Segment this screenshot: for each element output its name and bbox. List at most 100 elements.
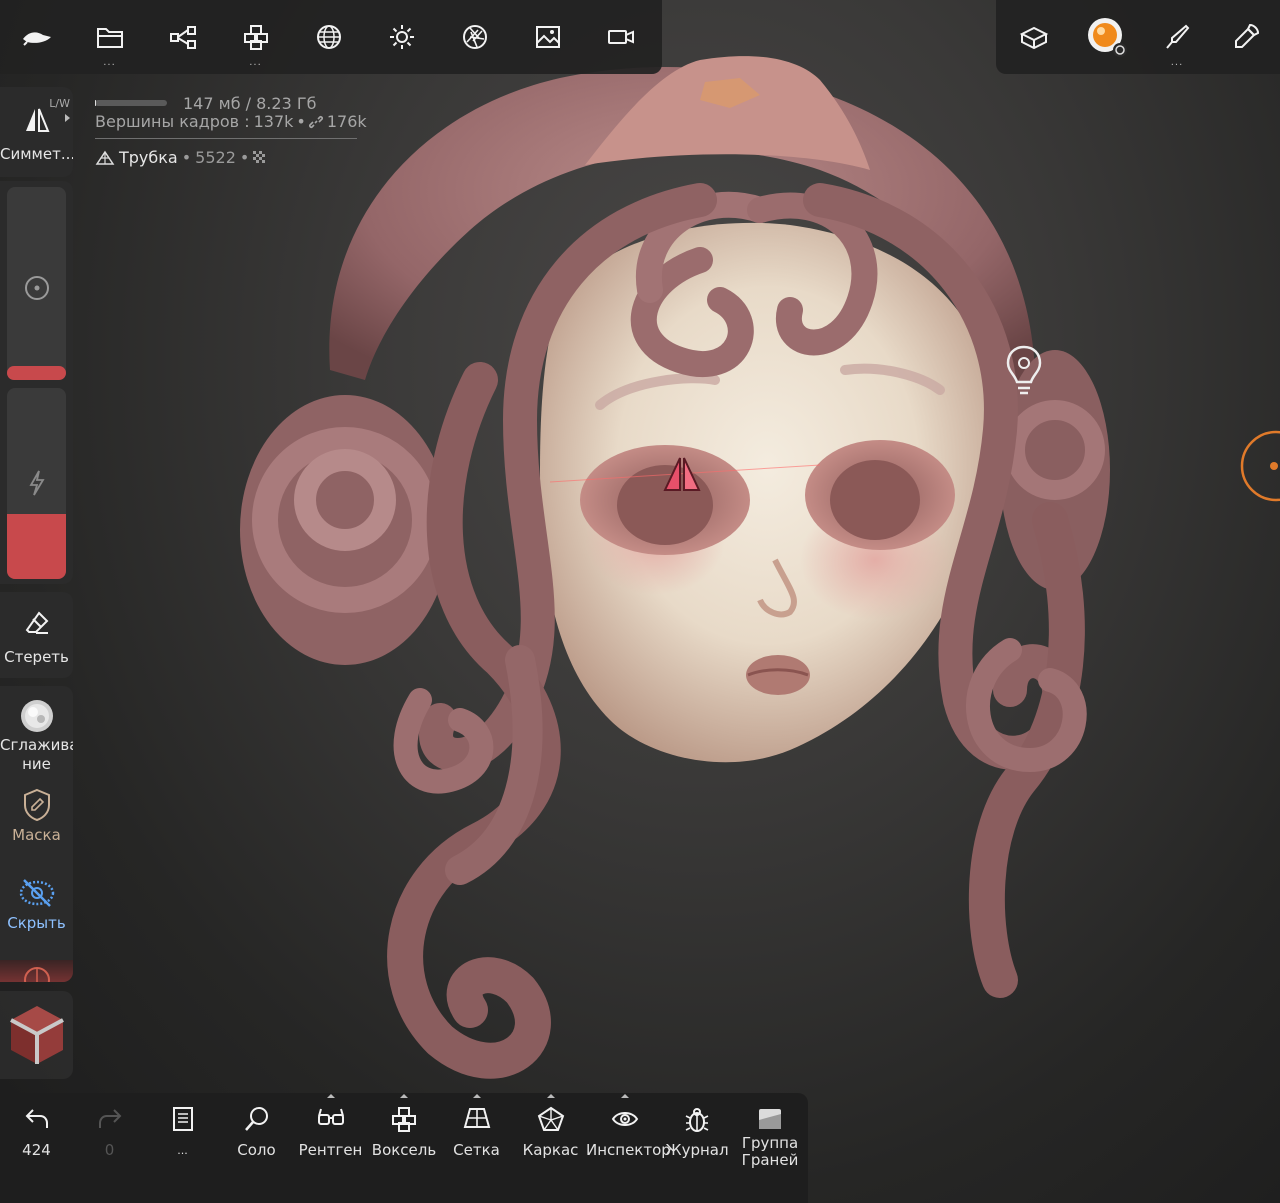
viewport-canvas[interactable] xyxy=(0,0,1280,1203)
orientation-gizmo[interactable] xyxy=(1238,430,1280,502)
symmetry-caret-icon xyxy=(65,114,70,122)
mesh-pyramid-icon xyxy=(95,150,115,166)
folder-icon[interactable]: ... xyxy=(73,0,146,74)
memory-bar-fill xyxy=(95,100,97,106)
link-value: 176k xyxy=(326,112,367,131)
voxel-caret-icon xyxy=(400,1094,408,1098)
voxel-cubes-icon xyxy=(390,1106,418,1132)
matcap-material-icon[interactable] xyxy=(1072,0,1142,74)
journal-label: Журнал xyxy=(665,1141,729,1159)
object-count: 5522 xyxy=(195,148,236,167)
wireframe-icon xyxy=(537,1106,565,1132)
top-left-toolbar: ... ... xyxy=(0,0,662,74)
wireframe-label: Каркас xyxy=(522,1141,579,1159)
inspector-label: Инспектор xyxy=(586,1141,671,1159)
book-icon xyxy=(172,1106,194,1132)
clay-cube-preview[interactable] xyxy=(0,991,73,1079)
radius-slider-fill xyxy=(7,366,66,380)
top-right-toolbar: ... xyxy=(996,0,1280,74)
smooth-tool[interactable]: Сглажива ние xyxy=(0,698,73,774)
history-more: ... xyxy=(177,1144,188,1157)
journal-button[interactable]: Журнал xyxy=(662,1093,732,1203)
mouth xyxy=(746,655,810,695)
vertices-label: Вершины кадров : xyxy=(95,112,250,131)
light-bulb-icon[interactable] xyxy=(1005,344,1043,396)
undo-icon xyxy=(24,1106,50,1130)
lightning-icon xyxy=(28,470,45,496)
xray-label: Рентген xyxy=(298,1141,363,1159)
facegroup-button[interactable]: Группа Граней xyxy=(734,1093,806,1203)
radius-slider[interactable] xyxy=(7,187,66,380)
facegroup-icon xyxy=(758,1108,782,1130)
solo-button[interactable]: Соло xyxy=(220,1093,293,1203)
grid-caret-icon xyxy=(472,1094,481,1098)
scene-graph-icon[interactable] xyxy=(146,0,219,74)
hair-bun-left xyxy=(240,395,450,665)
grid-label: Сетка xyxy=(453,1141,500,1159)
symmetry-icon xyxy=(24,107,50,133)
object-name[interactable]: Трубка xyxy=(119,148,178,167)
strength-slider[interactable] xyxy=(7,388,66,579)
redo-icon xyxy=(97,1106,123,1130)
symmetry-axis-tag: L/W xyxy=(49,97,70,110)
erase-label: Стереть xyxy=(4,648,69,666)
aperture-camera-icon[interactable] xyxy=(438,0,511,74)
tools-panel: Сглажива ние Маска Скрыть xyxy=(0,686,73,982)
link-icon xyxy=(308,115,323,129)
mask-shield-icon xyxy=(22,788,52,822)
files-more: ... xyxy=(103,57,116,68)
multires-more: ... xyxy=(249,57,262,68)
paint-brush-icon[interactable]: ... xyxy=(1142,0,1212,74)
wireframe-caret-icon xyxy=(546,1094,555,1098)
mask-label: Маска xyxy=(12,826,61,844)
strength-slider-fill xyxy=(7,514,66,579)
smooth-label-2: ние xyxy=(22,755,51,773)
undo-count: 424 xyxy=(22,1141,51,1159)
wireframe-button[interactable]: Каркас xyxy=(513,1093,588,1203)
xray-button[interactable]: Рентген xyxy=(293,1093,368,1203)
vertices-value: 137k xyxy=(253,112,294,131)
memory-text: 147 мб / 8.23 Гб xyxy=(183,93,317,113)
glasses-icon xyxy=(317,1106,345,1128)
multires-cubes-icon[interactable]: ... xyxy=(219,0,292,74)
solo-label: Соло xyxy=(237,1141,276,1159)
bottom-toolbar: 424 0 ... Соло Рентген Воксель Сетка Кар… xyxy=(0,1093,808,1203)
grid-button[interactable]: Сетка xyxy=(440,1093,513,1203)
symmetry-label: Симмет... xyxy=(0,145,73,163)
paint-more: ... xyxy=(1170,57,1184,68)
symmetry-button[interactable]: L/W Симмет... xyxy=(0,87,73,177)
radius-icon xyxy=(24,275,50,301)
erase-button[interactable]: Стереть xyxy=(0,592,73,678)
brush-sliders xyxy=(0,181,73,584)
eraser-icon xyxy=(24,610,50,636)
next-tool-peek-icon[interactable] xyxy=(0,960,73,982)
background-image-icon[interactable] xyxy=(511,0,584,74)
video-camera-icon[interactable] xyxy=(584,0,657,74)
redo-button[interactable]: 0 xyxy=(73,1093,146,1203)
magnifier-icon xyxy=(244,1106,270,1132)
eyedropper-icon[interactable] xyxy=(1212,0,1280,74)
bug-icon xyxy=(685,1106,709,1134)
voxel-label: Воксель xyxy=(371,1141,437,1159)
symmetry-plane-gizmo[interactable] xyxy=(662,455,702,495)
redo-count: 0 xyxy=(104,1141,115,1159)
facegroup-label-2: Граней xyxy=(741,1151,799,1169)
inspector-button[interactable]: Инспектор xyxy=(586,1093,671,1203)
inspector-caret-icon xyxy=(620,1094,629,1098)
facegroup-label-1: Группа xyxy=(741,1134,799,1152)
grid-plane-icon xyxy=(463,1106,491,1130)
checker-icon xyxy=(253,150,267,165)
xray-caret-icon xyxy=(326,1094,335,1098)
hide-tool[interactable]: Скрыть xyxy=(0,876,73,933)
history-button[interactable]: ... xyxy=(146,1093,219,1203)
voxel-button[interactable]: Воксель xyxy=(368,1093,440,1203)
smooth-brush-icon xyxy=(19,698,55,734)
nomad-logo-icon[interactable] xyxy=(0,0,73,74)
cube-material-icon xyxy=(9,1006,64,1064)
undo-button[interactable]: 424 xyxy=(0,1093,73,1203)
mask-tool[interactable]: Маска xyxy=(0,788,73,845)
sun-lighting-icon[interactable] xyxy=(365,0,438,74)
inspector-eye-icon xyxy=(611,1106,639,1132)
material-preview-icon[interactable] xyxy=(996,0,1072,74)
topology-sphere-icon[interactable] xyxy=(292,0,365,74)
